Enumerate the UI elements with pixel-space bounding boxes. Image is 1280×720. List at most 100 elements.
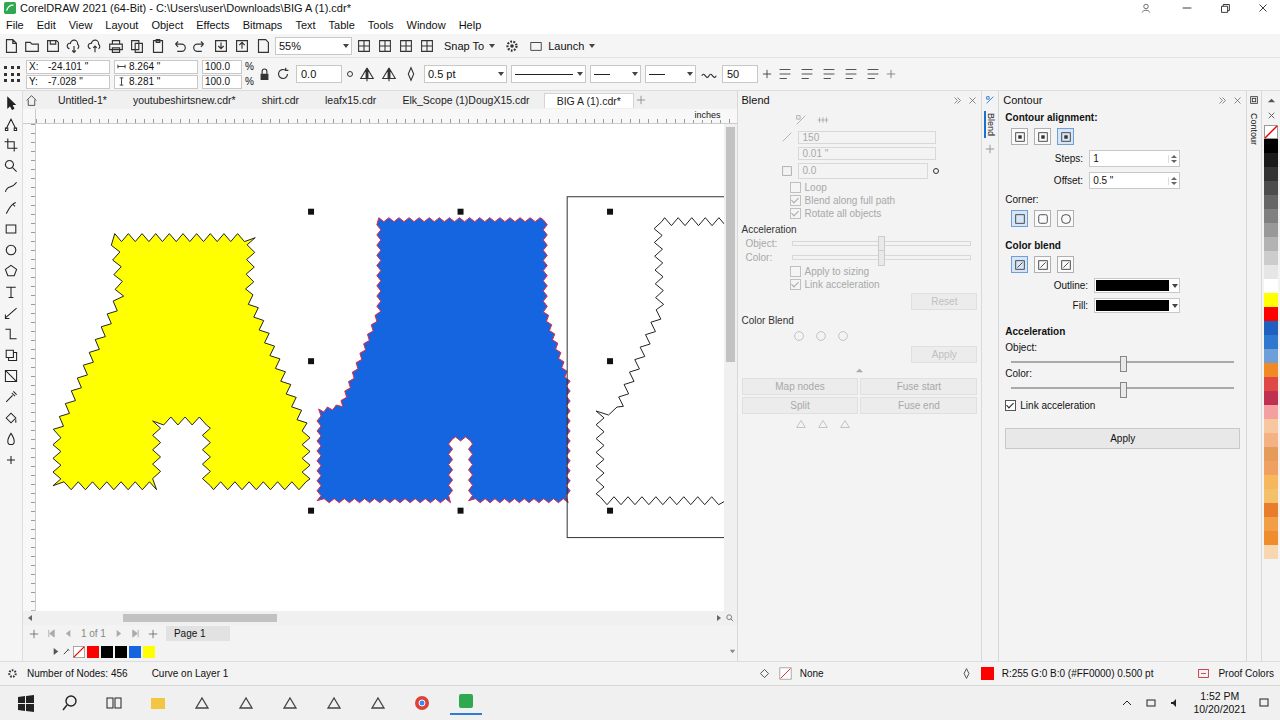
previous-page-icon[interactable]	[64, 629, 73, 638]
spacing-field[interactable]: 0.01 "	[798, 147, 936, 160]
transparency-tool-icon[interactable]	[3, 368, 19, 384]
corner-option[interactable]	[1057, 210, 1074, 227]
clock[interactable]: 1:52 PM10/20/2021	[1193, 690, 1246, 716]
artistic-media-icon[interactable]	[3, 200, 19, 216]
option-checkbox[interactable]: Rotate all objects	[790, 208, 978, 219]
line-style-dropdown[interactable]	[511, 65, 586, 83]
blend-object-icon[interactable]	[838, 417, 852, 431]
cloud-upload-icon[interactable]	[86, 37, 104, 55]
selection-handle[interactable]	[308, 358, 314, 364]
zoom-navigator-icon[interactable]	[726, 614, 734, 622]
color-swatch[interactable]	[1264, 475, 1278, 489]
menu-item[interactable]: Window	[407, 19, 446, 31]
color-swatch[interactable]	[1264, 181, 1278, 195]
chrome-app-icon[interactable]	[406, 693, 438, 713]
color-swatch[interactable]	[1264, 363, 1278, 377]
blend-path-icon[interactable]	[794, 113, 808, 127]
text-tool-icon[interactable]	[3, 284, 19, 300]
connector-tool-icon[interactable]	[3, 326, 19, 342]
drawing-canvas[interactable]	[36, 124, 724, 610]
windows-start-icon[interactable]	[10, 693, 42, 713]
mirror-vertical-icon[interactable]	[380, 65, 398, 83]
blend-steps-icon[interactable]	[816, 113, 830, 127]
steps-field[interactable]: 1	[1089, 150, 1180, 167]
menu-item[interactable]: Effects	[196, 19, 229, 31]
blend-object-icon[interactable]	[794, 417, 808, 431]
reduce-nodes-icon[interactable]	[798, 65, 816, 83]
palette-scroll-icon[interactable]	[728, 647, 737, 656]
quick-trace-icon[interactable]	[842, 65, 860, 83]
color-swatch[interactable]	[1264, 265, 1278, 279]
blend-tab[interactable]: Blend	[984, 111, 996, 138]
menu-item[interactable]: Object	[151, 19, 183, 31]
interactive-fill-icon[interactable]	[3, 410, 19, 426]
new-document-icon[interactable]	[2, 37, 20, 55]
mirror-horizontal-icon[interactable]	[358, 65, 376, 83]
color-blend-icon[interactable]	[792, 329, 806, 343]
redo-icon[interactable]	[191, 37, 209, 55]
account-icon[interactable]	[1140, 2, 1152, 14]
color-swatch[interactable]	[143, 646, 155, 658]
selection-handle[interactable]	[607, 209, 613, 215]
offset-field[interactable]: 0.5 "	[1089, 172, 1180, 189]
scroll-left-icon[interactable]	[26, 614, 34, 622]
checkbox[interactable]	[1005, 400, 1016, 411]
paste-icon[interactable]	[149, 37, 167, 55]
dimension-tool-icon[interactable]	[3, 305, 19, 321]
collapse-section-icon[interactable]	[855, 366, 864, 375]
collapse-icon[interactable]	[1218, 96, 1227, 105]
color-swatch[interactable]	[1264, 377, 1278, 391]
color-swatch[interactable]	[1264, 419, 1278, 433]
blend-action-button[interactable]: Fuse end	[860, 397, 977, 414]
menu-item[interactable]: Table	[329, 19, 355, 31]
close-icon[interactable]	[1233, 96, 1242, 105]
document-tab[interactable]: Elk_Scope (1)DougX15.cdr	[390, 93, 541, 107]
settings-app-icon[interactable]	[318, 693, 350, 713]
document-tab[interactable]: Untitled-1*	[46, 93, 119, 107]
volume-icon[interactable]	[1169, 697, 1181, 709]
add-docker-icon[interactable]	[985, 144, 995, 154]
export-icon[interactable]	[233, 37, 251, 55]
color-swatch[interactable]	[1264, 279, 1278, 293]
cloud-download-icon[interactable]	[65, 37, 83, 55]
eyedropper-icon[interactable]	[62, 647, 71, 656]
color-swatch[interactable]	[87, 646, 99, 658]
proof-colors[interactable]: Proof Colors	[1218, 668, 1274, 679]
selection-handle[interactable]	[308, 508, 314, 514]
menu-item[interactable]: Bitmaps	[243, 19, 283, 31]
shape-tool-icon[interactable]	[3, 116, 19, 132]
color-swatch[interactable]	[1264, 237, 1278, 251]
network-icon[interactable]	[1145, 697, 1157, 709]
color-swatch[interactable]	[129, 646, 141, 658]
crop-tool-icon[interactable]	[3, 137, 19, 153]
letter-a-shape-1[interactable]	[53, 234, 310, 490]
vertical-scrollbar[interactable]	[724, 124, 737, 610]
option-checkbox[interactable]: Blend along full path	[790, 195, 978, 206]
checkbox[interactable]	[790, 195, 801, 206]
slider-thumb[interactable]	[1120, 356, 1127, 372]
add-page-icon[interactable]	[148, 629, 158, 639]
checkbox[interactable]	[790, 266, 801, 277]
checkbox[interactable]	[790, 279, 801, 290]
fill-color-picker[interactable]	[1094, 298, 1180, 313]
import-icon[interactable]	[212, 37, 230, 55]
blend-action-button[interactable]: Fuse start	[860, 378, 977, 395]
lock-ratio-icon[interactable]	[259, 68, 270, 81]
freehand-tool-icon[interactable]	[3, 179, 19, 195]
app-icon[interactable]	[186, 693, 218, 713]
first-page-icon[interactable]	[47, 629, 56, 638]
color-swatch[interactable]	[115, 646, 127, 658]
page-tab[interactable]: Page 1	[166, 626, 230, 641]
color-blend-icon[interactable]	[836, 329, 850, 343]
selection-handle[interactable]	[308, 209, 314, 215]
eyedropper-tool-icon[interactable]	[3, 389, 19, 405]
align-icon[interactable]	[864, 65, 882, 83]
next-page-icon[interactable]	[114, 629, 123, 638]
alignment-option[interactable]	[1011, 128, 1028, 145]
ellipse-tool-icon[interactable]	[3, 242, 19, 258]
blend-tab-icon[interactable]	[985, 95, 995, 105]
alignment-option[interactable]	[1034, 128, 1051, 145]
close-curve-icon[interactable]	[776, 65, 794, 83]
close-icon[interactable]	[968, 96, 977, 105]
letter-a-shape-3[interactable]	[567, 197, 723, 538]
